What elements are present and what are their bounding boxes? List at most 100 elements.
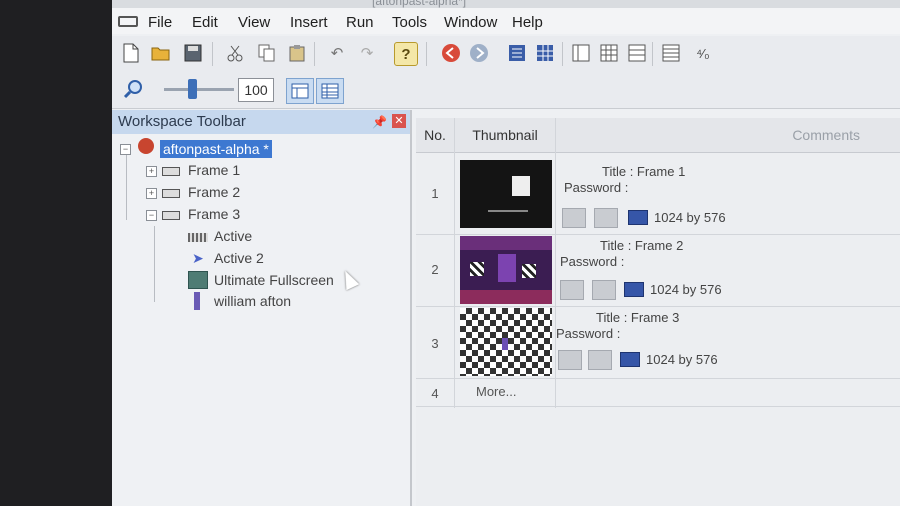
workspace-panel-header: Workspace Toolbar 📌 ✕ bbox=[112, 110, 410, 134]
open-folder-icon[interactable] bbox=[150, 42, 172, 64]
frame-icon bbox=[162, 167, 180, 176]
tree-frame-1[interactable]: Frame 1 bbox=[188, 162, 240, 178]
frame-title: Title : Frame 3 bbox=[596, 310, 680, 325]
redo-icon[interactable]: ↷ bbox=[356, 42, 378, 64]
thumbnail-graphic bbox=[488, 210, 528, 212]
window-title: [aftonpast-alpha*] bbox=[372, 0, 467, 8]
column-header-thumbnail[interactable]: Thumbnail bbox=[455, 118, 556, 153]
frame3-collapse-toggle[interactable]: − bbox=[146, 210, 157, 221]
menu-window[interactable]: Window bbox=[444, 14, 497, 31]
character-object-icon bbox=[194, 292, 200, 310]
frame-title: Title : Frame 2 bbox=[600, 238, 684, 253]
zoom-level-field[interactable]: 100 bbox=[238, 78, 274, 102]
menu-tools[interactable]: Tools bbox=[392, 14, 427, 31]
grid-row-line bbox=[416, 306, 900, 307]
fade-out-icon[interactable] bbox=[588, 350, 612, 370]
frame-thumbnail[interactable] bbox=[460, 160, 552, 228]
fade-in-icon[interactable] bbox=[560, 280, 584, 300]
fade-in-icon[interactable] bbox=[558, 350, 582, 370]
thumbnail-graphic bbox=[502, 338, 508, 350]
tree-object-ultimate-fullscreen[interactable]: Ultimate Fullscreen bbox=[214, 272, 334, 288]
frame-thumbnail[interactable] bbox=[460, 236, 552, 304]
tree-root-application[interactable]: aftonpast-alpha * bbox=[160, 140, 272, 158]
grid-column-line bbox=[454, 118, 455, 408]
toolbar-separator bbox=[212, 42, 213, 66]
pin-icon[interactable]: 📌 bbox=[372, 115, 387, 129]
toolbar-separator bbox=[652, 42, 653, 66]
row-number: 1 bbox=[431, 186, 439, 201]
workspace-panel: Workspace Toolbar 📌 ✕ − aftonpast-alpha … bbox=[112, 110, 412, 506]
thumbnail-graphic bbox=[498, 254, 516, 282]
tree-frame-3[interactable]: Frame 3 bbox=[188, 206, 240, 222]
menu-help[interactable]: Help bbox=[512, 14, 543, 31]
back-icon[interactable] bbox=[440, 42, 462, 64]
monitor-icon bbox=[624, 282, 644, 297]
frame-list-grid: No. Thumbnail Comments 1 Title : Frame 1… bbox=[416, 118, 900, 506]
row-number: 3 bbox=[431, 336, 439, 351]
frame-editor-icon[interactable] bbox=[570, 42, 592, 64]
frame-resolution: 1024 by 576 bbox=[650, 282, 722, 297]
menu-insert[interactable]: Insert bbox=[290, 14, 328, 31]
expression-editor-icon[interactable]: ⁴⁄₀ bbox=[692, 42, 714, 64]
copy-icon[interactable] bbox=[256, 42, 278, 64]
close-icon[interactable]: ✕ bbox=[392, 114, 406, 128]
layout-view-button[interactable] bbox=[286, 78, 314, 104]
frame-icon bbox=[162, 189, 180, 198]
toolbar-separator bbox=[426, 42, 427, 66]
workspace-panel-title: Workspace Toolbar bbox=[118, 113, 246, 130]
save-icon[interactable] bbox=[182, 42, 204, 64]
event-list-icon[interactable] bbox=[626, 42, 648, 64]
grid-column-line bbox=[555, 118, 556, 408]
menu-edit[interactable]: Edit bbox=[192, 14, 218, 31]
data-elements-icon[interactable] bbox=[660, 42, 682, 64]
undo-icon[interactable]: ↶ bbox=[326, 42, 348, 64]
fade-in-icon[interactable] bbox=[562, 208, 586, 228]
frame-thumbnail[interactable] bbox=[460, 308, 552, 376]
comments-header-label: Comments bbox=[792, 127, 860, 143]
app-menu-icon[interactable] bbox=[118, 16, 138, 27]
zoom-icon[interactable] bbox=[122, 78, 144, 100]
row-number: 2 bbox=[431, 262, 439, 277]
menu-view[interactable]: View bbox=[238, 14, 270, 31]
root-collapse-toggle[interactable]: − bbox=[120, 144, 131, 155]
cut-icon[interactable] bbox=[224, 42, 246, 64]
tree-object-active[interactable]: Active bbox=[214, 228, 252, 244]
event-editor-icon[interactable] bbox=[598, 42, 620, 64]
new-file-icon[interactable] bbox=[120, 42, 142, 64]
tree-frame-2[interactable]: Frame 2 bbox=[188, 184, 240, 200]
monitor-bezel bbox=[0, 0, 112, 506]
menu-run[interactable]: Run bbox=[346, 14, 374, 31]
paste-icon[interactable] bbox=[286, 42, 308, 64]
table-view-button[interactable] bbox=[316, 78, 344, 104]
column-header-comments[interactable]: Comments bbox=[556, 118, 900, 153]
row-number: 4 bbox=[431, 386, 439, 401]
help-icon[interactable]: ? bbox=[394, 42, 418, 66]
more-frames-link[interactable]: More... bbox=[476, 384, 516, 399]
toolbar-separator bbox=[314, 42, 315, 66]
frame-password: Password : bbox=[560, 254, 625, 269]
thumbnail-graphic bbox=[460, 236, 552, 250]
fade-out-icon[interactable] bbox=[592, 280, 616, 300]
frame2-expand-toggle[interactable]: + bbox=[146, 188, 157, 199]
menu-bar: File Edit View Insert Run Tools Window H… bbox=[112, 8, 900, 34]
zoom-slider-track[interactable] bbox=[164, 88, 234, 91]
frame1-expand-toggle[interactable]: + bbox=[146, 166, 157, 177]
tree-object-william-afton[interactable]: william afton bbox=[214, 293, 291, 309]
mouse-pointer-icon bbox=[338, 267, 360, 291]
app-window: [aftonpast-alpha*] File Edit View Insert… bbox=[112, 0, 900, 506]
frame-resolution: 1024 by 576 bbox=[646, 352, 718, 367]
frame-icon bbox=[162, 211, 180, 220]
toolbar-separator bbox=[562, 42, 563, 66]
tree-guide-line bbox=[154, 226, 155, 302]
grid-view-icon[interactable] bbox=[534, 42, 556, 64]
tree-object-active-2[interactable]: Active 2 bbox=[214, 250, 264, 266]
column-header-no[interactable]: No. bbox=[416, 118, 455, 153]
application-icon bbox=[138, 138, 154, 154]
menu-file[interactable]: File bbox=[148, 14, 172, 31]
zoom-slider-thumb[interactable] bbox=[188, 79, 197, 99]
list-view-icon[interactable] bbox=[506, 42, 528, 64]
forward-icon[interactable] bbox=[468, 42, 490, 64]
cursor-object-icon: ➤ bbox=[192, 250, 204, 266]
fade-out-icon[interactable] bbox=[594, 208, 618, 228]
grid-row-line bbox=[416, 406, 900, 407]
